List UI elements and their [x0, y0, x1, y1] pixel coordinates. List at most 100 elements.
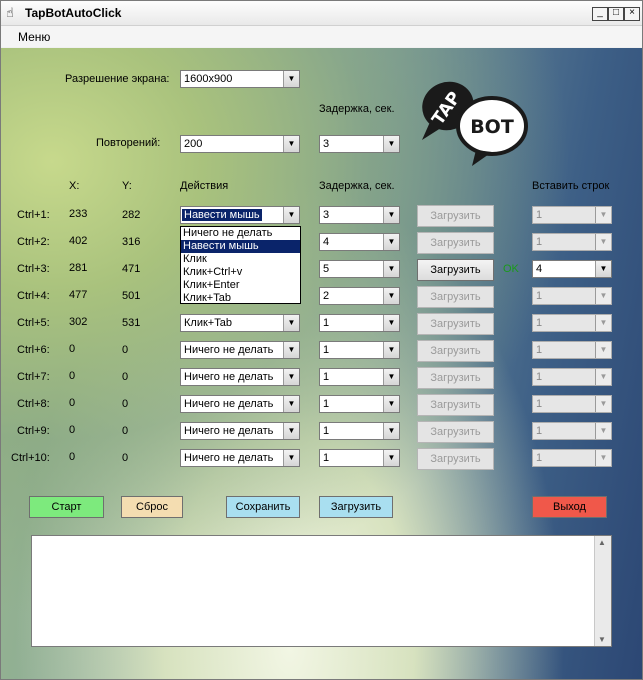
- row-insert-select[interactable]: 1 ▼: [532, 422, 612, 440]
- chevron-down-icon[interactable]: ▼: [595, 207, 611, 223]
- chevron-down-icon[interactable]: ▼: [595, 261, 611, 277]
- start-button[interactable]: Старт: [29, 496, 104, 518]
- row-y: 531: [122, 317, 141, 329]
- maximize-button[interactable]: □: [608, 7, 624, 21]
- chevron-down-icon[interactable]: ▼: [383, 396, 399, 412]
- row-insert-select[interactable]: 1 ▼: [532, 287, 612, 305]
- dropdown-option[interactable]: Ничего не делать: [181, 227, 300, 240]
- row-delay-select[interactable]: 1 ▼: [319, 449, 400, 467]
- dropdown-option[interactable]: Клик+Ctrl+v: [181, 266, 300, 279]
- row-action-select[interactable]: Ничего не делать ▼: [180, 449, 300, 467]
- chevron-down-icon[interactable]: ▼: [283, 136, 299, 152]
- row-delay-select[interactable]: 5 ▼: [319, 260, 400, 278]
- row-load-button[interactable]: Загрузить: [417, 232, 494, 254]
- log-scrollbar[interactable]: ▲ ▼: [594, 536, 611, 646]
- chevron-down-icon[interactable]: ▼: [595, 342, 611, 358]
- row-load-button[interactable]: Загрузить: [417, 205, 494, 227]
- scroll-down-icon[interactable]: ▼: [598, 635, 606, 644]
- log-textarea[interactable]: ▲ ▼: [31, 535, 612, 647]
- row-hotkey: Ctrl+4:: [17, 290, 50, 302]
- dropdown-option[interactable]: Клик+Tab: [181, 292, 300, 305]
- chevron-down-icon[interactable]: ▼: [383, 315, 399, 331]
- chevron-down-icon[interactable]: ▼: [283, 71, 299, 87]
- row-action-select[interactable]: Ничего не делать ▼: [180, 422, 300, 440]
- row-hotkey: Ctrl+2:: [17, 236, 50, 248]
- chevron-down-icon[interactable]: ▼: [383, 342, 399, 358]
- row-insert-select[interactable]: 1 ▼: [532, 449, 612, 467]
- row-delay-select[interactable]: 2 ▼: [319, 287, 400, 305]
- title-bar[interactable]: ☝ TapBotAutoClick _ □ ×: [1, 1, 642, 26]
- chevron-down-icon[interactable]: ▼: [283, 369, 299, 385]
- chevron-down-icon[interactable]: ▼: [383, 207, 399, 223]
- chevron-down-icon[interactable]: ▼: [283, 396, 299, 412]
- scroll-up-icon[interactable]: ▲: [598, 538, 606, 547]
- chevron-down-icon[interactable]: ▼: [595, 315, 611, 331]
- chevron-down-icon[interactable]: ▼: [383, 234, 399, 250]
- chevron-down-icon[interactable]: ▼: [595, 234, 611, 250]
- action-dropdown-list[interactable]: Ничего не делать Навести мышь Клик Клик+Ctr…: [180, 226, 301, 304]
- load-button[interactable]: Загрузить: [319, 496, 393, 518]
- resolution-select[interactable]: 1600x900 ▼: [180, 70, 300, 88]
- repeats-select[interactable]: 200 ▼: [180, 135, 300, 153]
- row-insert-select[interactable]: 1 ▼: [532, 341, 612, 359]
- row-insert-select[interactable]: 1 ▼: [532, 314, 612, 332]
- row-action-select[interactable]: Навести мышь ▼: [180, 206, 300, 224]
- chevron-down-icon[interactable]: ▼: [283, 207, 299, 223]
- row-delay-select[interactable]: 1 ▼: [319, 422, 400, 440]
- chevron-down-icon[interactable]: ▼: [383, 288, 399, 304]
- row-load-button[interactable]: Загрузить: [417, 286, 494, 308]
- chevron-down-icon[interactable]: ▼: [383, 450, 399, 466]
- row-load-button[interactable]: Загрузить: [417, 340, 494, 362]
- row-delay-select[interactable]: 4 ▼: [319, 233, 400, 251]
- row-y: 501: [122, 290, 141, 302]
- row-action-select[interactable]: Ничего не делать ▼: [180, 395, 300, 413]
- dropdown-option[interactable]: Клик+Enter: [181, 279, 300, 292]
- row-delay-select[interactable]: 1 ▼: [319, 314, 400, 332]
- row-action-select[interactable]: Ничего не делать ▼: [180, 368, 300, 386]
- row-action-select[interactable]: Ничего не делать ▼: [180, 341, 300, 359]
- row-insert-value: 4: [536, 263, 543, 275]
- row-delay-select[interactable]: 1 ▼: [319, 341, 400, 359]
- chevron-down-icon[interactable]: ▼: [595, 396, 611, 412]
- chevron-down-icon[interactable]: ▼: [283, 315, 299, 331]
- row-insert-select[interactable]: 4 ▼: [532, 260, 612, 278]
- dropdown-option[interactable]: Навести мышь: [181, 240, 300, 253]
- row-load-button[interactable]: Загрузить: [417, 421, 494, 443]
- row-insert-select[interactable]: 1 ▼: [532, 233, 612, 251]
- row-action-value: Ничего не делать: [184, 371, 274, 383]
- chevron-down-icon[interactable]: ▼: [595, 450, 611, 466]
- chevron-down-icon[interactable]: ▼: [383, 423, 399, 439]
- row-load-button[interactable]: Загрузить: [417, 394, 494, 416]
- row-action-select[interactable]: Клик+Tab ▼: [180, 314, 300, 332]
- minimize-button[interactable]: _: [592, 7, 608, 21]
- menu-item[interactable]: Меню: [18, 30, 50, 44]
- row-insert-select[interactable]: 1 ▼: [532, 395, 612, 413]
- row-delay-select[interactable]: 1 ▼: [319, 368, 400, 386]
- exit-button[interactable]: Выход: [532, 496, 607, 518]
- repeats-value: 200: [184, 138, 203, 150]
- chevron-down-icon[interactable]: ▼: [595, 369, 611, 385]
- chevron-down-icon[interactable]: ▼: [283, 342, 299, 358]
- row-insert-select[interactable]: 1 ▼: [532, 206, 612, 224]
- chevron-down-icon[interactable]: ▼: [595, 423, 611, 439]
- row-load-button[interactable]: Загрузить: [417, 448, 494, 470]
- row-load-button[interactable]: Загрузить: [417, 367, 494, 389]
- chevron-down-icon[interactable]: ▼: [383, 136, 399, 152]
- chevron-down-icon[interactable]: ▼: [283, 423, 299, 439]
- close-button[interactable]: ×: [624, 7, 640, 21]
- row-delay-value: 3: [323, 209, 330, 221]
- dropdown-option[interactable]: Клик: [181, 253, 300, 266]
- chevron-down-icon[interactable]: ▼: [595, 288, 611, 304]
- chevron-down-icon[interactable]: ▼: [383, 369, 399, 385]
- row-load-button[interactable]: Загрузить: [417, 259, 494, 281]
- reset-button[interactable]: Сброс: [121, 496, 183, 518]
- chevron-down-icon[interactable]: ▼: [383, 261, 399, 277]
- row-insert-value: 1: [536, 209, 543, 221]
- row-delay-select[interactable]: 1 ▼: [319, 395, 400, 413]
- chevron-down-icon[interactable]: ▼: [283, 450, 299, 466]
- row-load-button[interactable]: Загрузить: [417, 313, 494, 335]
- save-button[interactable]: Сохранить: [226, 496, 300, 518]
- row-delay-select[interactable]: 3 ▼: [319, 206, 400, 224]
- repeats-delay-select[interactable]: 3 ▼: [319, 135, 400, 153]
- row-insert-select[interactable]: 1 ▼: [532, 368, 612, 386]
